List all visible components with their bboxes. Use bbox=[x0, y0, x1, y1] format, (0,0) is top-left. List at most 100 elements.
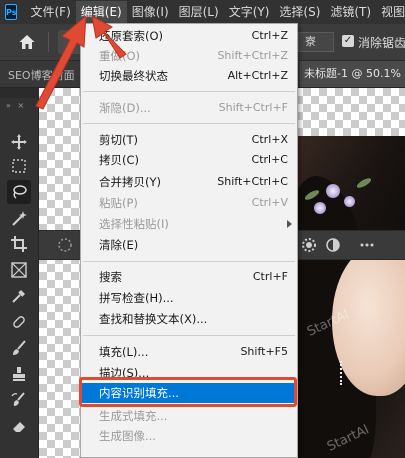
submenu-arrow-icon bbox=[287, 220, 292, 228]
menu-item-label: 清除(E) bbox=[99, 238, 139, 252]
tool-preset-picker[interactable] bbox=[58, 30, 82, 54]
menu-item-shortcut: Shift+F5 bbox=[240, 345, 288, 358]
flower-icon bbox=[314, 202, 326, 214]
menu-view[interactable]: 视图( bbox=[376, 1, 405, 23]
highlight-annotation-box bbox=[79, 377, 297, 407]
leaf-icon bbox=[355, 176, 373, 190]
menu-item-shortcut: Shift+Ctrl+F bbox=[218, 101, 288, 114]
menu-item-copy-merged[interactable]: 合并拷贝(Y) Shift+Ctrl+C bbox=[82, 172, 296, 192]
magic-wand-icon bbox=[12, 211, 27, 226]
menu-item-shortcut: Ctrl+X bbox=[251, 133, 288, 146]
menu-item-cut[interactable]: 剪切(T) Ctrl+X bbox=[82, 130, 296, 150]
menu-item-generate-image[interactable]: 生成图像... bbox=[82, 426, 296, 446]
menu-item-shortcut: Ctrl+Z bbox=[251, 29, 288, 42]
menu-filter[interactable]: 滤镜(T) bbox=[325, 1, 376, 23]
flower-icon bbox=[326, 184, 340, 198]
stamp-tool-icon[interactable] bbox=[7, 362, 31, 386]
menu-item-label: 生成式填充... bbox=[99, 409, 168, 423]
menu-file[interactable]: 文件(F) bbox=[25, 1, 75, 23]
marquee-tool-icon[interactable] bbox=[7, 154, 31, 178]
menu-item-label: 拷贝(C) bbox=[99, 153, 140, 167]
menu-item-redo[interactable]: 重做(O) Shift+Ctrl+Z bbox=[82, 46, 296, 66]
menu-item-label: 粘贴(P) bbox=[99, 196, 138, 210]
menu-item-paste[interactable]: 粘贴(P) Ctrl+V bbox=[82, 193, 296, 213]
tab-untitled-1[interactable]: 未标题-1 @ 50.1% ( bbox=[300, 61, 405, 87]
menu-item-clear[interactable]: 清除(E) bbox=[82, 235, 296, 255]
magic-wand-tool-icon[interactable] bbox=[7, 206, 31, 230]
menu-item-label: 剪切(T) bbox=[99, 133, 138, 147]
contrast-icon[interactable] bbox=[324, 236, 342, 254]
anti-alias-label: 消除锯齿 bbox=[358, 36, 405, 50]
move-tool-icon[interactable] bbox=[7, 130, 31, 154]
brush-icon bbox=[13, 340, 26, 355]
menu-item-shortcut: Shift+Ctrl+C bbox=[217, 175, 288, 188]
menu-separator bbox=[83, 261, 295, 262]
flower-icon bbox=[344, 196, 355, 207]
frame-tool-icon[interactable] bbox=[7, 258, 31, 282]
menu-separator bbox=[83, 91, 295, 92]
photoshop-logo-icon[interactable]: Ps bbox=[5, 4, 18, 20]
menu-image[interactable]: 图像(I) bbox=[127, 1, 174, 23]
history-brush-icon bbox=[11, 392, 25, 406]
menu-item-label: 切换最终状态 bbox=[99, 69, 168, 83]
menu-item-shortcut: Ctrl+V bbox=[251, 196, 288, 209]
feather-field[interactable]: 寮 bbox=[298, 32, 334, 52]
menu-item-shortcut: Shift+Ctrl+Z bbox=[217, 49, 288, 62]
eraser-tool-icon[interactable] bbox=[7, 414, 31, 438]
history-brush-tool-icon[interactable] bbox=[7, 388, 31, 412]
menu-item-undo-lasso[interactable]: 还原套索(O) Ctrl+Z bbox=[82, 26, 296, 46]
menu-item-fill[interactable]: 填充(L)... Shift+F5 bbox=[82, 342, 296, 362]
eyedropper-icon bbox=[12, 290, 25, 303]
lasso-icon bbox=[13, 185, 27, 199]
menu-select[interactable]: 选择(S) bbox=[274, 1, 325, 23]
tab-seo-cover[interactable]: SEO博客封面 bbox=[8, 67, 75, 83]
menu-item-fade[interactable]: 渐隐(D)... Shift+Ctrl+F bbox=[82, 98, 296, 118]
menu-edit[interactable]: 编辑(E) bbox=[75, 1, 127, 23]
stamp-icon bbox=[13, 367, 25, 381]
menu-item-label: 重做(O) bbox=[99, 49, 141, 63]
menu-item-shortcut: Ctrl+C bbox=[251, 153, 288, 166]
marquee-icon bbox=[12, 159, 26, 173]
menu-type[interactable]: 文字(Y) bbox=[224, 1, 275, 23]
menu-bar: Ps 文件(F) 编辑(E) 图像(I) 图层(L) 文字(Y) 选择(S) 滤… bbox=[0, 0, 405, 24]
menu-item-label: 生成图像... bbox=[99, 429, 156, 443]
menu-item-find-replace[interactable]: 查找和替换文本(X)... bbox=[82, 309, 296, 329]
tools-panel: » × bbox=[0, 98, 39, 458]
portrait-photo: StartAI StartAI bbox=[286, 136, 405, 458]
select-subject-icon[interactable] bbox=[56, 236, 74, 254]
menu-item-label: 选择性粘贴(I) bbox=[99, 217, 169, 231]
home-icon[interactable] bbox=[18, 33, 36, 51]
menu-item-label: 查找和替换文本(X)... bbox=[99, 312, 208, 326]
menu-item-search[interactable]: 搜索 Ctrl+F bbox=[82, 267, 296, 287]
crop-tool-icon[interactable] bbox=[7, 232, 31, 256]
menu-item-generative-fill[interactable]: 生成式填充... bbox=[82, 406, 296, 426]
menu-item-copy[interactable]: 拷贝(C) Ctrl+C bbox=[82, 150, 296, 170]
healing-brush-tool-icon[interactable] bbox=[7, 310, 31, 334]
eyedropper-tool-icon[interactable] bbox=[7, 284, 31, 308]
anti-alias-checkbox[interactable]: ✓ bbox=[342, 35, 354, 47]
menu-item-label: 渐隐(D)... bbox=[99, 101, 151, 115]
menu-item-shortcut: Alt+Ctrl+Z bbox=[227, 69, 288, 82]
crop-icon bbox=[11, 236, 27, 252]
menu-item-spell-check[interactable]: 拼写检查(H)... bbox=[82, 288, 296, 308]
frame-icon bbox=[11, 262, 27, 278]
menu-layer[interactable]: 图层(L) bbox=[174, 1, 224, 23]
divider bbox=[48, 32, 49, 52]
eraser-icon bbox=[13, 422, 25, 432]
panel-collapse-icon[interactable]: » × bbox=[6, 101, 26, 110]
menu-item-label: 搜索 bbox=[99, 270, 122, 284]
menu-item-label: 合并拷贝(Y) bbox=[99, 175, 161, 189]
menu-item-paste-special[interactable]: 选择性粘贴(I) bbox=[82, 214, 296, 234]
bandage-icon bbox=[13, 316, 25, 328]
menu-item-toggle-last-state[interactable]: 切换最终状态 Alt+Ctrl+Z bbox=[82, 66, 296, 86]
earring bbox=[340, 361, 350, 385]
move-icon bbox=[11, 134, 27, 150]
settings-icon[interactable] bbox=[300, 236, 318, 254]
menu-separator bbox=[83, 335, 295, 336]
menu-separator bbox=[83, 123, 295, 124]
menu-item-shortcut: Ctrl+F bbox=[252, 270, 288, 283]
lasso-tool-icon[interactable] bbox=[7, 180, 31, 204]
menu-item-label: 还原套索(O) bbox=[99, 29, 164, 43]
more-icon[interactable] bbox=[358, 236, 376, 254]
brush-tool-icon[interactable] bbox=[7, 336, 31, 360]
